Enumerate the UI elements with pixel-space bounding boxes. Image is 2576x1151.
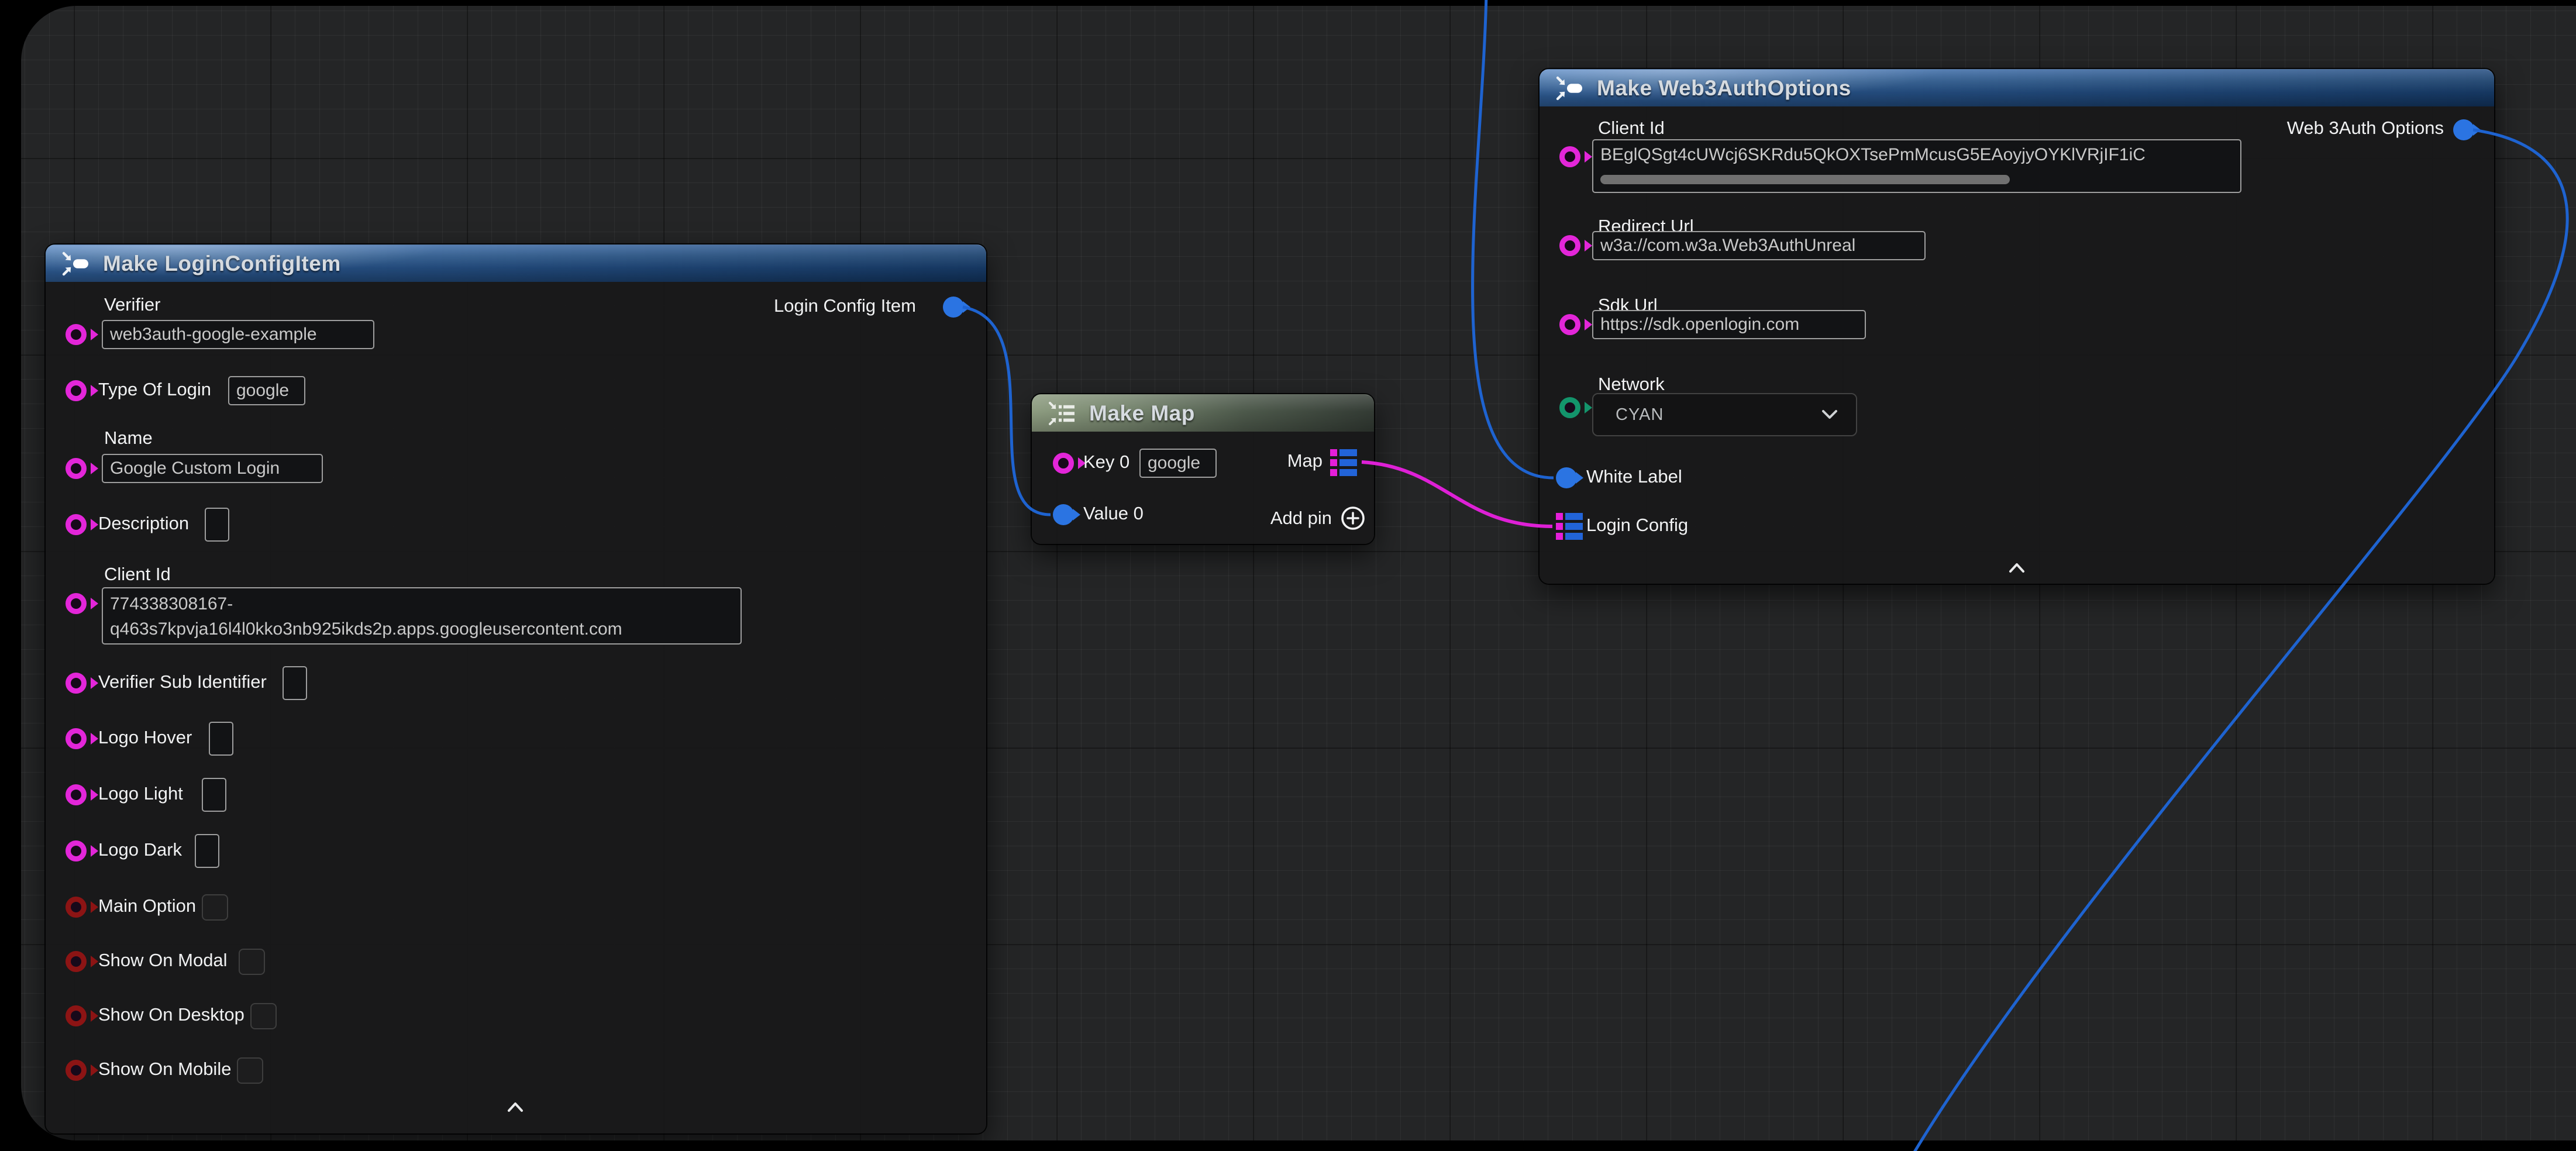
node-title: Make Web3AuthOptions: [1597, 76, 1851, 101]
client-id-scrollbar[interactable]: [1600, 175, 2010, 184]
logo-light-input[interactable]: [202, 778, 226, 812]
type-of-login-input[interactable]: google: [228, 376, 305, 405]
collapse-node-icon[interactable]: [2007, 560, 2027, 576]
pin-label: Logo Dark: [98, 839, 182, 860]
client-id-input[interactable]: 774338308167- q463s7kpvja16l4l0kko3nb925…: [102, 587, 742, 645]
verifier-sub-identifier-input[interactable]: [283, 666, 307, 700]
input-pin-client-id[interactable]: [66, 593, 87, 614]
input-pin-white-label[interactable]: [1556, 467, 1577, 488]
input-pin-sdk-url[interactable]: [1559, 314, 1580, 335]
input-pin-name[interactable]: [66, 458, 87, 479]
pin-label: Description: [98, 513, 189, 534]
input-pin-type-of-login[interactable]: [66, 380, 87, 401]
pin-label: Type Of Login: [98, 379, 211, 400]
node-header[interactable]: Make Map: [1032, 394, 1374, 432]
output-pin-label: Web 3Auth Options: [2287, 118, 2444, 139]
chevron-down-icon: [1820, 408, 1840, 421]
node-header[interactable]: Make Web3AuthOptions: [1540, 69, 2494, 106]
input-pin-show-on-desktop[interactable]: [66, 1005, 87, 1026]
pin-label: Value 0: [1083, 503, 1144, 524]
pin-label: Show On Desktop: [98, 1004, 244, 1025]
client-id-input[interactable]: BEglQSgt4cUWcj6SKRdu5QkOXTsePmMcusG5EAoy…: [1592, 139, 2241, 193]
input-pin-logo-light[interactable]: [66, 784, 87, 805]
pin-label: Client Id: [104, 564, 171, 585]
pin-label: Show On Modal: [98, 950, 228, 971]
node-header[interactable]: Make LoginConfigItem: [46, 244, 986, 282]
network-selected-value: CYAN: [1616, 405, 1664, 425]
input-pin-value-0[interactable]: [1053, 504, 1074, 525]
input-pin-verifier[interactable]: [66, 324, 87, 345]
description-input[interactable]: [205, 508, 229, 542]
input-pin-login-config[interactable]: [1556, 513, 1583, 540]
pin-label: Main Option: [98, 895, 196, 916]
pin-label: Login Config: [1586, 515, 1688, 536]
key-0-input[interactable]: google: [1139, 449, 1217, 478]
logo-hover-input[interactable]: [209, 722, 233, 756]
node-make-web3authoptions[interactable]: Make Web3AuthOptions Web 3Auth Options C…: [1540, 69, 2494, 584]
input-pin-key-0[interactable]: [1053, 453, 1074, 474]
input-pin-show-on-mobile[interactable]: [66, 1060, 87, 1081]
pin-label: Verifier Sub Identifier: [98, 671, 267, 692]
input-pin-logo-dark[interactable]: [66, 840, 87, 861]
blueprint-editor: { "colors":{ "string_pin":"#e326d9","boo…: [0, 0, 2576, 1151]
make-struct-icon: [1555, 75, 1585, 102]
input-pin-main-option[interactable]: [66, 897, 87, 918]
input-pin-show-on-modal[interactable]: [66, 951, 87, 972]
node-make-loginconfigitem[interactable]: Make LoginConfigItem Login Config Item V…: [46, 244, 986, 1133]
output-pin-web3auth-options[interactable]: [2453, 119, 2474, 140]
redirect-url-input[interactable]: w3a://com.w3a.Web3AuthUnreal: [1592, 231, 1926, 260]
pin-label: Logo Hover: [98, 727, 192, 748]
show-on-modal-checkbox[interactable]: [239, 949, 265, 975]
output-pin-map[interactable]: [1330, 449, 1357, 476]
collapse-node-icon[interactable]: [505, 1100, 525, 1115]
make-struct-icon: [61, 250, 91, 277]
sdk-url-input[interactable]: https://sdk.openlogin.com: [1592, 310, 1866, 339]
client-id-line2: q463s7kpvja16l4l0kko3nb925ikds2p.apps.go…: [110, 616, 733, 642]
logo-dark-input[interactable]: [195, 834, 219, 868]
pin-label: Verifier: [104, 294, 160, 315]
add-pin-button[interactable]: Add pin: [1270, 505, 1366, 531]
pin-label: Show On Mobile: [98, 1059, 231, 1080]
name-input[interactable]: Google Custom Login: [102, 454, 323, 483]
pin-label: Name: [104, 428, 153, 449]
show-on-mobile-checkbox[interactable]: [237, 1057, 263, 1084]
show-on-desktop-checkbox[interactable]: [250, 1003, 277, 1029]
main-option-checkbox[interactable]: [202, 894, 228, 921]
input-pin-client-id[interactable]: [1559, 146, 1580, 167]
verifier-input[interactable]: web3auth-google-example: [102, 320, 374, 349]
node-make-map[interactable]: Make Map Key 0 google Map Value 0 Add pi…: [1032, 394, 1374, 544]
pin-label: Network: [1598, 374, 1665, 395]
input-pin-verifier-sub-identifier[interactable]: [66, 673, 87, 694]
network-dropdown[interactable]: CYAN: [1592, 393, 1857, 436]
pin-label: Logo Light: [98, 783, 183, 804]
input-pin-network[interactable]: [1559, 397, 1580, 418]
pin-label: Key 0: [1083, 452, 1129, 473]
output-pin-label: Login Config Item: [774, 295, 916, 316]
input-pin-logo-hover[interactable]: [66, 728, 87, 749]
output-pin-login-config-item[interactable]: [943, 297, 964, 318]
add-pin-plus-icon: [1340, 505, 1366, 531]
pin-label: Client Id: [1598, 118, 1665, 139]
node-title: Make Map: [1089, 401, 1195, 426]
node-title: Make LoginConfigItem: [103, 251, 341, 276]
output-pin-label: Map: [1287, 450, 1323, 471]
client-id-line1: 774338308167-: [110, 591, 733, 616]
add-pin-label: Add pin: [1270, 508, 1332, 529]
input-pin-redirect-url[interactable]: [1559, 235, 1580, 256]
make-map-icon: [1047, 400, 1077, 427]
pin-label: White Label: [1586, 466, 1682, 487]
input-pin-description[interactable]: [66, 514, 87, 535]
